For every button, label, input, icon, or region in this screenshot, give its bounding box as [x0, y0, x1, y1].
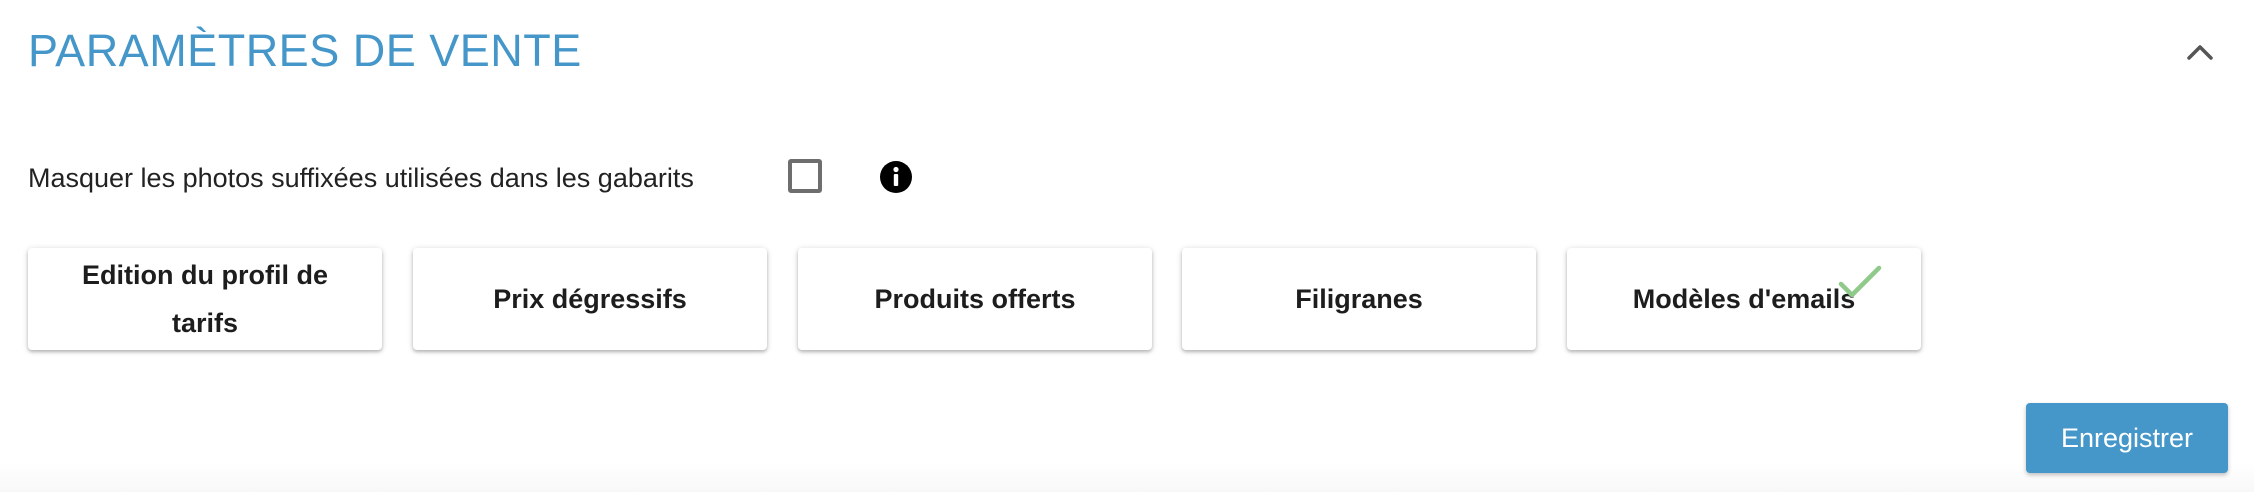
collapse-button[interactable] — [2180, 32, 2220, 72]
card-prix-degressifs[interactable]: Prix dégressifs — [413, 248, 767, 350]
card-filigranes[interactable]: Filigranes — [1182, 248, 1536, 350]
card-label: Produits offerts — [874, 284, 1076, 314]
sales-settings-panel: PARAMÈTRES DE VENTE Masquer les photos s… — [0, 0, 2254, 492]
card-label: Edition du profil de tarifs — [82, 260, 328, 338]
card-label: Filigranes — [1295, 284, 1423, 314]
save-button[interactable]: Enregistrer — [2026, 403, 2228, 473]
card-produits-offerts[interactable]: Produits offerts — [798, 248, 1152, 350]
section-title: PARAMÈTRES DE VENTE — [28, 25, 582, 76]
card-edition-profil-tarifs[interactable]: Edition du profil de tarifs — [28, 248, 382, 350]
info-icon[interactable] — [879, 160, 913, 194]
option-label: Masquer les photos suffixées utilisées d… — [28, 163, 694, 193]
bottom-fade — [0, 462, 2254, 492]
card-label: Prix dégressifs — [493, 284, 687, 314]
check-icon — [1838, 265, 1882, 298]
card-label: Modèles d'emails — [1632, 284, 1856, 314]
card-modeles-emails[interactable]: Modèles d'emails — [1567, 248, 1921, 350]
hide-suffixed-photos-checkbox[interactable] — [788, 159, 822, 193]
hide-suffixed-photos-option: Masquer les photos suffixées utilisées d… — [28, 148, 912, 208]
chevron-up-icon — [2187, 45, 2213, 60]
